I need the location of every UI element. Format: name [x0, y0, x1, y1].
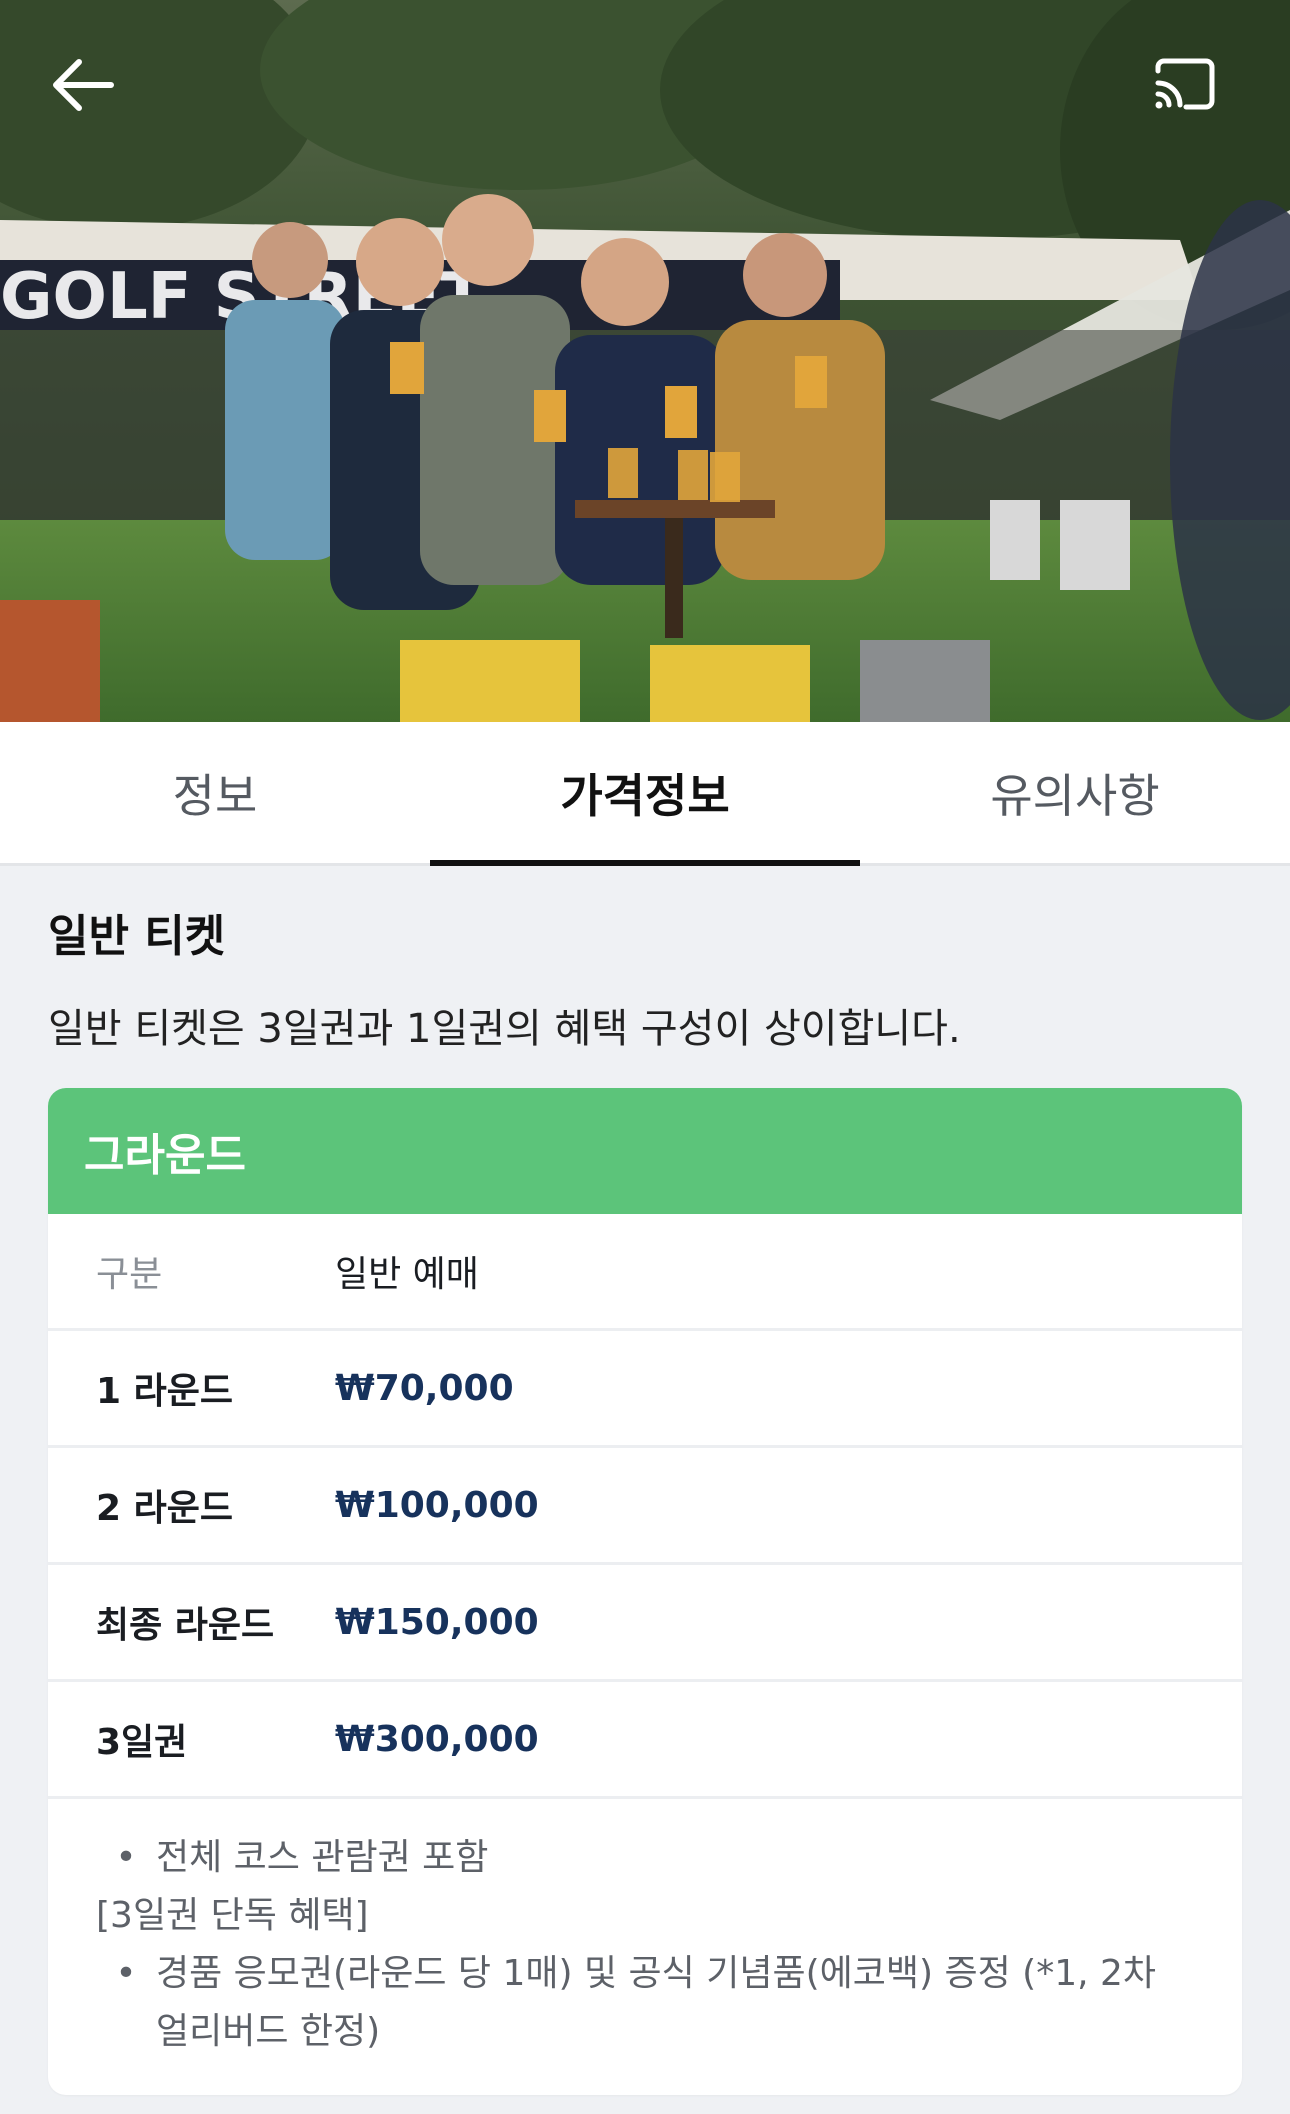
table-header-row: 구분 일반 예매 — [48, 1214, 1242, 1331]
table-row: 3일권 ₩300,000 — [48, 1682, 1242, 1799]
table-row: 2 라운드 ₩100,000 — [48, 1448, 1242, 1565]
row-price: ₩300,000 — [335, 1718, 539, 1760]
section-description: 일반 티켓은 3일권과 1일권의 혜택 구성이 상이합니다. — [48, 1006, 961, 1052]
table-row: 1 라운드 ₩70,000 — [48, 1331, 1242, 1448]
row-label: 3일권 — [96, 1722, 188, 1763]
hero-image: GOLF STREET — [0, 0, 1290, 722]
row-price: ₩70,000 — [335, 1367, 514, 1409]
row-price: ₩150,000 — [335, 1601, 539, 1643]
tab-notices[interactable]: 유의사항 — [860, 722, 1290, 863]
note-text: 전체 코스 관람권 포함 — [156, 1837, 489, 1878]
back-button[interactable] — [28, 30, 138, 140]
cast-button[interactable] — [1130, 30, 1240, 140]
arrow-left-icon — [53, 59, 114, 111]
tab-bar: 정보 가격정보 유의사항 — [0, 722, 1290, 866]
note-subheading: [3일권 단독 혜택] — [96, 1895, 369, 1936]
table-row: 최종 라운드 ₩150,000 — [48, 1565, 1242, 1682]
cast-icon — [1155, 58, 1215, 110]
note-bullet: • 전체 코스 관람권 포함 — [96, 1829, 1194, 1887]
note-text: 경품 응모권(라운드 당 1매) 및 공식 기념품(에코백) 증정 (*1, 2… — [156, 1953, 1157, 2052]
bullet-dot: • — [115, 1837, 137, 1878]
column-header-presale: 일반 예매 — [335, 1254, 479, 1295]
tab-price-info[interactable]: 가격정보 — [430, 722, 860, 866]
row-price: ₩100,000 — [335, 1484, 539, 1526]
bullet-dot: • — [115, 1953, 137, 1994]
price-card: 그라운드 구분 일반 예매 1 라운드 ₩70,000 2 라운드 ₩100,0… — [48, 1088, 1242, 2095]
section-title: 일반 티켓 — [48, 911, 226, 962]
tab-info[interactable]: 정보 — [0, 722, 430, 863]
row-label: 2 라운드 — [96, 1488, 233, 1529]
card-header: 그라운드 — [48, 1088, 1242, 1214]
note-bullet: • 경품 응모권(라운드 당 1매) 및 공식 기념품(에코백) 증정 (*1,… — [96, 1945, 1194, 2061]
hero-photo: GOLF STREET — [0, 0, 1290, 722]
row-label: 1 라운드 — [96, 1371, 233, 1412]
card-notes: • 전체 코스 관람권 포함 [3일권 단독 혜택] • 경품 응모권(라운드 … — [48, 1799, 1242, 2095]
row-label: 최종 라운드 — [96, 1605, 275, 1646]
column-header-category: 구분 — [96, 1254, 163, 1295]
